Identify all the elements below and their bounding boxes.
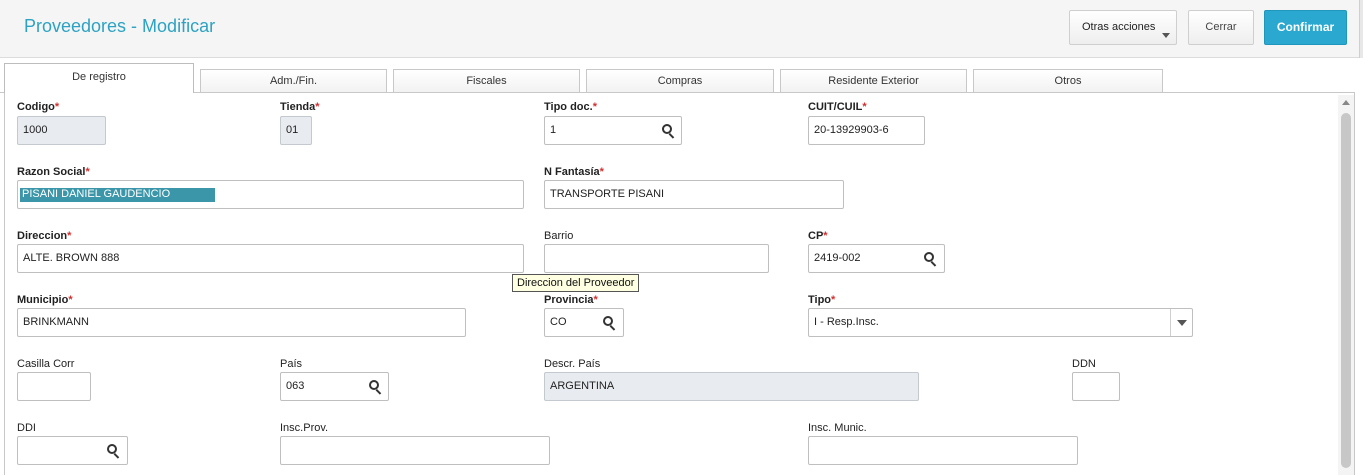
dropdown-arrow-icon[interactable] xyxy=(1170,309,1192,336)
search-icon[interactable] xyxy=(662,124,676,139)
tipo-doc-value: 1 xyxy=(550,124,557,136)
tienda-field[interactable]: 01 xyxy=(280,116,312,145)
page-title: Proveedores - Modificar xyxy=(24,16,216,36)
vertical-scrollbar[interactable] xyxy=(1338,95,1354,475)
casilla-corr-field[interactable] xyxy=(17,372,91,401)
ddn-label: DDN xyxy=(1072,358,1096,370)
provincia-label: Provincia* xyxy=(544,294,598,306)
tipo-label: Tipo* xyxy=(808,294,836,306)
codigo-label: Codigo* xyxy=(17,101,60,113)
otras-acciones-button[interactable]: Otras acciones xyxy=(1069,10,1177,45)
cuit-field[interactable]: 20-13929903-6 xyxy=(808,116,925,145)
app-window: Proveedores - Modificar Otras acciones C… xyxy=(0,0,1363,475)
scroll-up-icon[interactable] xyxy=(1342,100,1350,105)
tab-otros[interactable]: Otros xyxy=(973,69,1163,92)
search-icon[interactable] xyxy=(107,444,121,459)
insc-prov-field[interactable] xyxy=(280,436,550,465)
otras-acciones-label: Otras acciones xyxy=(1082,21,1156,33)
ddi-label: DDI xyxy=(17,422,36,434)
tooltip: Direccion del Proveedor xyxy=(512,274,640,292)
provincia-field[interactable]: CO xyxy=(544,308,624,337)
tab-de-registro[interactable]: De registro xyxy=(4,63,194,93)
barrio-field[interactable] xyxy=(544,244,769,273)
cuit-label: CUIT/CUIL* xyxy=(808,101,867,113)
tab-compras[interactable]: Compras xyxy=(586,69,774,92)
pais-field[interactable]: 063 xyxy=(280,372,389,401)
search-icon[interactable] xyxy=(369,380,383,395)
caret-down-icon xyxy=(1162,33,1170,38)
codigo-field[interactable]: 1000 xyxy=(17,116,106,145)
search-icon[interactable] xyxy=(603,316,617,331)
form-panel xyxy=(4,93,1355,475)
tab-fiscales[interactable]: Fiscales xyxy=(393,69,580,92)
direccion-label: Direccion* xyxy=(17,230,72,242)
tipo-doc-field[interactable]: 1 xyxy=(544,116,682,145)
insc-munic-label: Insc. Munic. xyxy=(808,422,867,434)
n-fantasia-label: N Fantasía* xyxy=(544,166,604,178)
barrio-label: Barrio xyxy=(544,230,574,242)
ddn-field[interactable] xyxy=(1072,372,1120,401)
n-fantasia-field[interactable]: TRANSPORTE PISANI xyxy=(544,180,844,209)
ddi-field[interactable] xyxy=(17,436,128,465)
pais-label: País xyxy=(280,358,303,370)
municipio-field[interactable]: BRINKMANN xyxy=(17,308,466,337)
razon-social-field[interactable]: PISANI DANIEL GAUDENCIO xyxy=(17,180,524,209)
pais-value: 063 xyxy=(286,380,305,392)
search-icon[interactable] xyxy=(924,252,938,267)
cp-label: CP* xyxy=(808,230,828,242)
insc-prov-label: Insc.Prov. xyxy=(280,422,329,434)
page-header: Proveedores - Modificar Otras acciones C… xyxy=(0,0,1363,58)
tab-residente-exterior[interactable]: Residente Exterior xyxy=(780,69,967,92)
scrollbar-thumb[interactable] xyxy=(1341,113,1351,468)
direccion-field[interactable]: ALTE. BROWN 888 xyxy=(17,244,524,273)
descr-pais-label: Descr. País xyxy=(544,358,601,370)
tipo-value: I - Resp.Insc. xyxy=(814,316,879,328)
municipio-label: Municipio* xyxy=(17,294,73,306)
tab-adm-fin[interactable]: Adm./Fin. xyxy=(200,69,387,92)
razon-social-value: PISANI DANIEL GAUDENCIO xyxy=(20,188,216,202)
casilla-corr-label: Casilla Corr xyxy=(17,358,75,370)
provincia-value: CO xyxy=(550,316,567,328)
confirmar-button[interactable]: Confirmar xyxy=(1264,10,1347,45)
descr-pais-field[interactable]: ARGENTINA xyxy=(544,372,919,401)
tienda-label: Tienda* xyxy=(280,101,320,113)
cp-field[interactable]: 2419-002 xyxy=(808,244,945,273)
cerrar-button[interactable]: Cerrar xyxy=(1188,10,1254,45)
tipo-doc-label: Tipo doc.* xyxy=(544,101,597,113)
tab-bar: De registro Adm./Fin. Fiscales Compras R… xyxy=(0,58,1363,93)
razon-social-label: Razon Social* xyxy=(17,166,90,178)
header-edge xyxy=(1359,0,1363,58)
tipo-select[interactable]: I - Resp.Insc. xyxy=(808,308,1193,337)
insc-munic-field[interactable] xyxy=(808,436,1078,465)
cp-value: 2419-002 xyxy=(814,252,861,264)
